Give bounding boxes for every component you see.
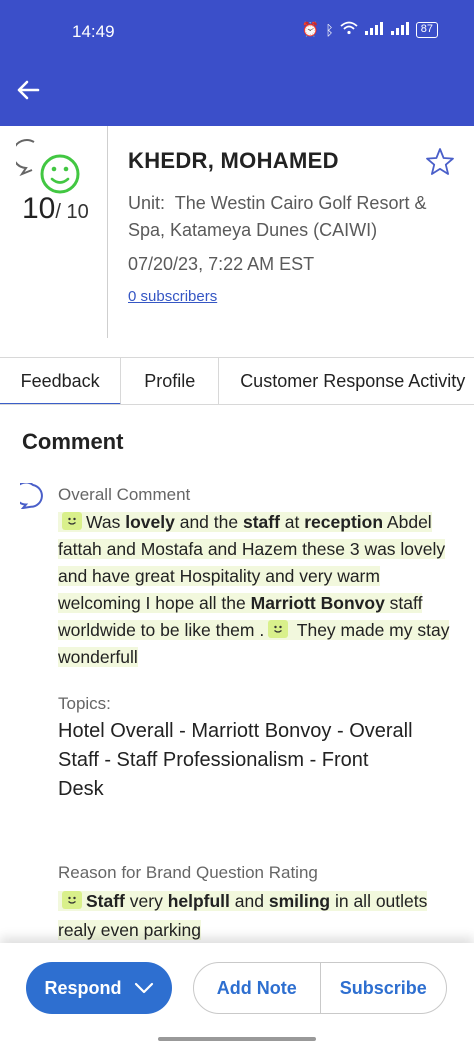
smiley-icon — [268, 620, 289, 638]
speech-bubble-icon — [14, 481, 46, 510]
tab-feedback[interactable]: Feedback — [0, 358, 122, 404]
score-max: / 10 — [55, 201, 89, 223]
guest-name: KHEDR, MOHAMED — [128, 148, 339, 173]
secondary-actions: Add Note Subscribe — [193, 962, 447, 1014]
respond-button[interactable]: Respond — [26, 962, 172, 1014]
overall-comment-text: Was lovely and the staff at reception Ab… — [58, 512, 450, 667]
reason-text: Staff very helpfull and smiling in all o… — [58, 891, 428, 940]
status-icons: ⏰ ᛒ 87 — [302, 21, 438, 38]
topic-item: Staff - Staff Professionalism - Front De… — [58, 749, 369, 800]
app-bar — [0, 62, 474, 126]
bluetooth-icon: ᛒ — [325, 21, 334, 38]
smiley-icon — [62, 512, 82, 530]
subscribers-link[interactable]: 0 subscribers — [128, 288, 428, 305]
chevron-down-icon — [134, 978, 154, 999]
status-time: 14:49 — [72, 22, 115, 41]
tab-bar: Feedback Profile Customer Response Activ… — [0, 357, 474, 405]
status-bar: 14:49 ⏰ ᛒ 87 — [0, 0, 474, 62]
action-footer: Respond Add Note Subscribe — [0, 943, 474, 1053]
comment-section-title: Comment — [22, 429, 124, 454]
score-column: 10/ 10 — [0, 126, 108, 338]
star-icon[interactable] — [424, 146, 456, 178]
signal-icon-2 — [390, 21, 410, 38]
feedback-content: Comment Overall Comment Was lovely and t… — [0, 405, 474, 943]
feedback-header: 10/ 10 KHEDR, MOHAMED Unit: The Westin C… — [0, 126, 474, 356]
alarm-icon: ⏰ — [301, 21, 320, 37]
battery-indicator: 87 — [415, 21, 438, 38]
unit-text: Unit: The Westin Cairo Golf Resort & Spa… — [128, 193, 427, 240]
back-arrow-icon[interactable] — [12, 74, 44, 106]
feedback-date: 07/20/23, 7:22 AM EST — [128, 254, 315, 274]
subscribe-button[interactable]: Subscribe — [321, 963, 447, 1013]
add-note-button[interactable]: Add Note — [194, 963, 321, 1013]
tab-profile[interactable]: Profile — [121, 358, 220, 404]
wifi-icon — [340, 21, 358, 38]
score-value: 10/ 10 — [22, 192, 89, 225]
overall-comment-label: Overall Comment — [58, 485, 191, 504]
home-indicator[interactable] — [158, 1037, 316, 1041]
reason-label: Reason for Brand Question Rating — [58, 863, 318, 882]
signal-icon — [364, 21, 384, 38]
topics-label: Topics: — [58, 694, 111, 713]
guest-info: KHEDR, MOHAMED Unit: The Westin Cairo Go… — [128, 148, 428, 305]
tab-customer-response-activity[interactable]: Customer Response Activity — [219, 358, 474, 404]
topics-list: Hotel Overall - Marriott Bonvoy - Overal… — [58, 717, 418, 804]
topic-item: Hotel Overall - Marriott Bonvoy - Overal… — [58, 720, 413, 742]
smiley-icon — [62, 891, 82, 909]
